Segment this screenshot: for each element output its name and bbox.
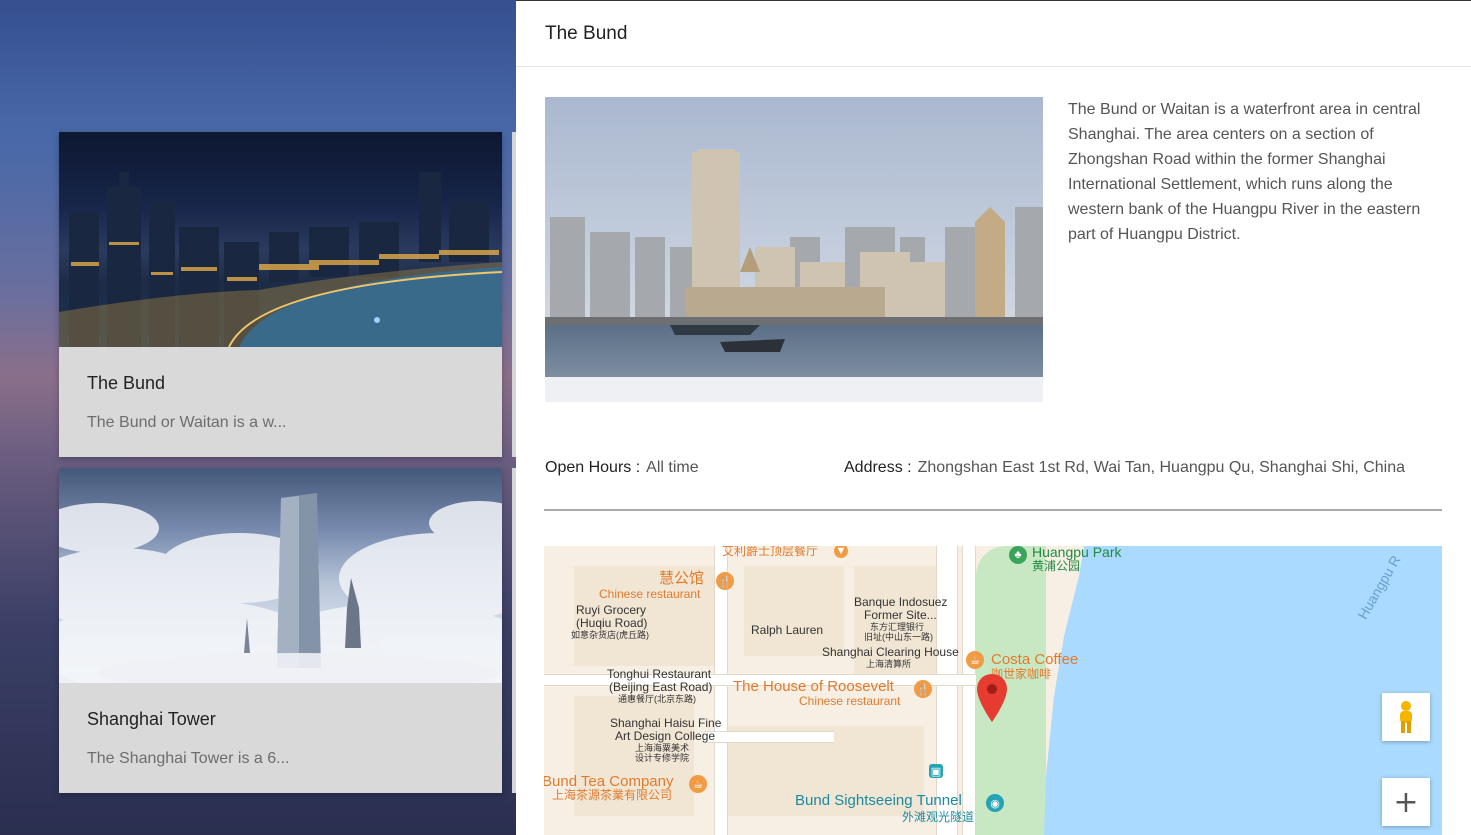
location-pin-icon[interactable] [977, 674, 1007, 722]
map-label-clearing-house-cn: 上海清算所 [866, 659, 912, 669]
address-label: Address : [844, 459, 912, 476]
map-label-banque-cn2: 旧址(中山东一路) [864, 632, 933, 642]
map-label-bund-sightseeing-tunnel-cn: 外滩观光隧道 [902, 810, 975, 824]
map-label-clearing-house[interactable]: Shanghai Clearing House [822, 646, 959, 659]
map-label-banque-2: Former Site... [864, 608, 937, 622]
detail-title: The Bund [545, 23, 628, 44]
open-hours-label: Open Hours : [545, 459, 641, 476]
card-snippet: The Shanghai Tower is a 6... [87, 750, 290, 767]
map-label-haisu-cn: 上海海粟美术 [635, 743, 690, 753]
park-icon[interactable]: ♣ [1009, 546, 1027, 564]
map-label-category: Chinese restaurant [799, 694, 901, 708]
cafe-icon[interactable]: ☕ [966, 651, 984, 669]
the-bund-daytime-image [545, 97, 1043, 402]
map-label-huangpu-park-cn: 黄浦公园 [1032, 559, 1081, 573]
detail-panel: The Bund The Bund or Waitan is a waterfr… [516, 0, 1471, 835]
restaurant-icon[interactable]: ▼ [834, 546, 848, 558]
map-label-ralph-lauren[interactable]: Ralph Lauren [751, 624, 823, 637]
place-card-the-bund[interactable]: The Bund The Bund or Waitan is a w... [59, 132, 502, 457]
open-hours-row: Open Hours : All time [545, 459, 699, 477]
map[interactable]: 艾利爵士顶层餐厅 ▼ ♣ Huangpu Park 黄浦公园 Huangpu R… [544, 546, 1442, 835]
map-label-tonghui-cn: 通惠餐厅(北京东路) [618, 694, 696, 704]
zoom-in-button[interactable]: + [1382, 778, 1430, 826]
detail-header: The Bund [516, 1, 1471, 67]
shanghai-tower-image [59, 493, 502, 683]
detail-description: The Bund or Waitan is a waterfront area … [1068, 101, 1421, 243]
street-view-pegman-button[interactable] [1382, 693, 1430, 741]
card-title: The Bund [87, 373, 166, 393]
the-bund-thumbnail [59, 132, 502, 347]
card-title: Shanghai Tower [87, 709, 216, 729]
address-row: Address : Zhongshan East 1st Rd, Wai Tan,… [844, 459, 1405, 477]
place-card-shanghai-tower[interactable]: Shanghai Tower The Shanghai Tower is a 6… [59, 468, 502, 793]
map-label-banque-cn: 东方汇理银行 [870, 622, 925, 632]
transit-icon[interactable]: ▣ [929, 764, 943, 778]
map-label-haisu-2: Art Design College [615, 729, 716, 743]
card-snippet: The Bund or Waitan is a w... [87, 414, 287, 431]
address-value: Zhongshan East 1st Rd, Wai Tan, Huangpu … [917, 459, 1406, 476]
map-label-costa-coffee[interactable]: Costa Coffee [991, 652, 1078, 668]
detail-photo [545, 97, 1043, 402]
map-label-bund-sightseeing-tunnel[interactable]: Bund Sightseeing Tunnel [795, 793, 962, 809]
bund-skyline-image [59, 172, 502, 347]
map-label-haisu-cn2: 设计专修学院 [635, 753, 690, 763]
map-label-house-of-roosevelt[interactable]: The House of Roosevelt [733, 679, 894, 695]
camera-icon[interactable]: ◉ [986, 794, 1004, 812]
card-list-background: The Bund The Bund or Waitan is a w... Sh… [0, 0, 516, 835]
map-label-tonghui-2: (Beijing East Road) [609, 680, 713, 694]
open-hours-value: All time [646, 459, 699, 476]
map-label-ruyi-grocery-cn: 如意杂货店(虎丘路) [571, 630, 649, 640]
map-label-jazz-bar[interactable]: 艾利爵士顶层餐厅 [722, 546, 818, 558]
cafe-icon[interactable]: ☕ [689, 775, 707, 793]
map-label-ruyi-grocery-2: (Huqiu Road) [576, 616, 648, 630]
pegman-icon [1400, 701, 1412, 733]
restaurant-icon[interactable]: 🍴 [716, 572, 734, 590]
map-label-huangpu-park[interactable]: Huangpu Park [1032, 546, 1122, 559]
restaurant-icon[interactable]: 🍴 [914, 680, 932, 698]
map-label-hui-gong-guan[interactable]: 慧公馆 [659, 571, 704, 587]
map-label-category: Chinese restaurant [599, 587, 701, 601]
shanghai-tower-thumbnail [59, 468, 502, 683]
section-divider [544, 509, 1442, 511]
map-label-bund-tea-company-cn: 上海茶源茶業有限公司 [552, 788, 673, 802]
